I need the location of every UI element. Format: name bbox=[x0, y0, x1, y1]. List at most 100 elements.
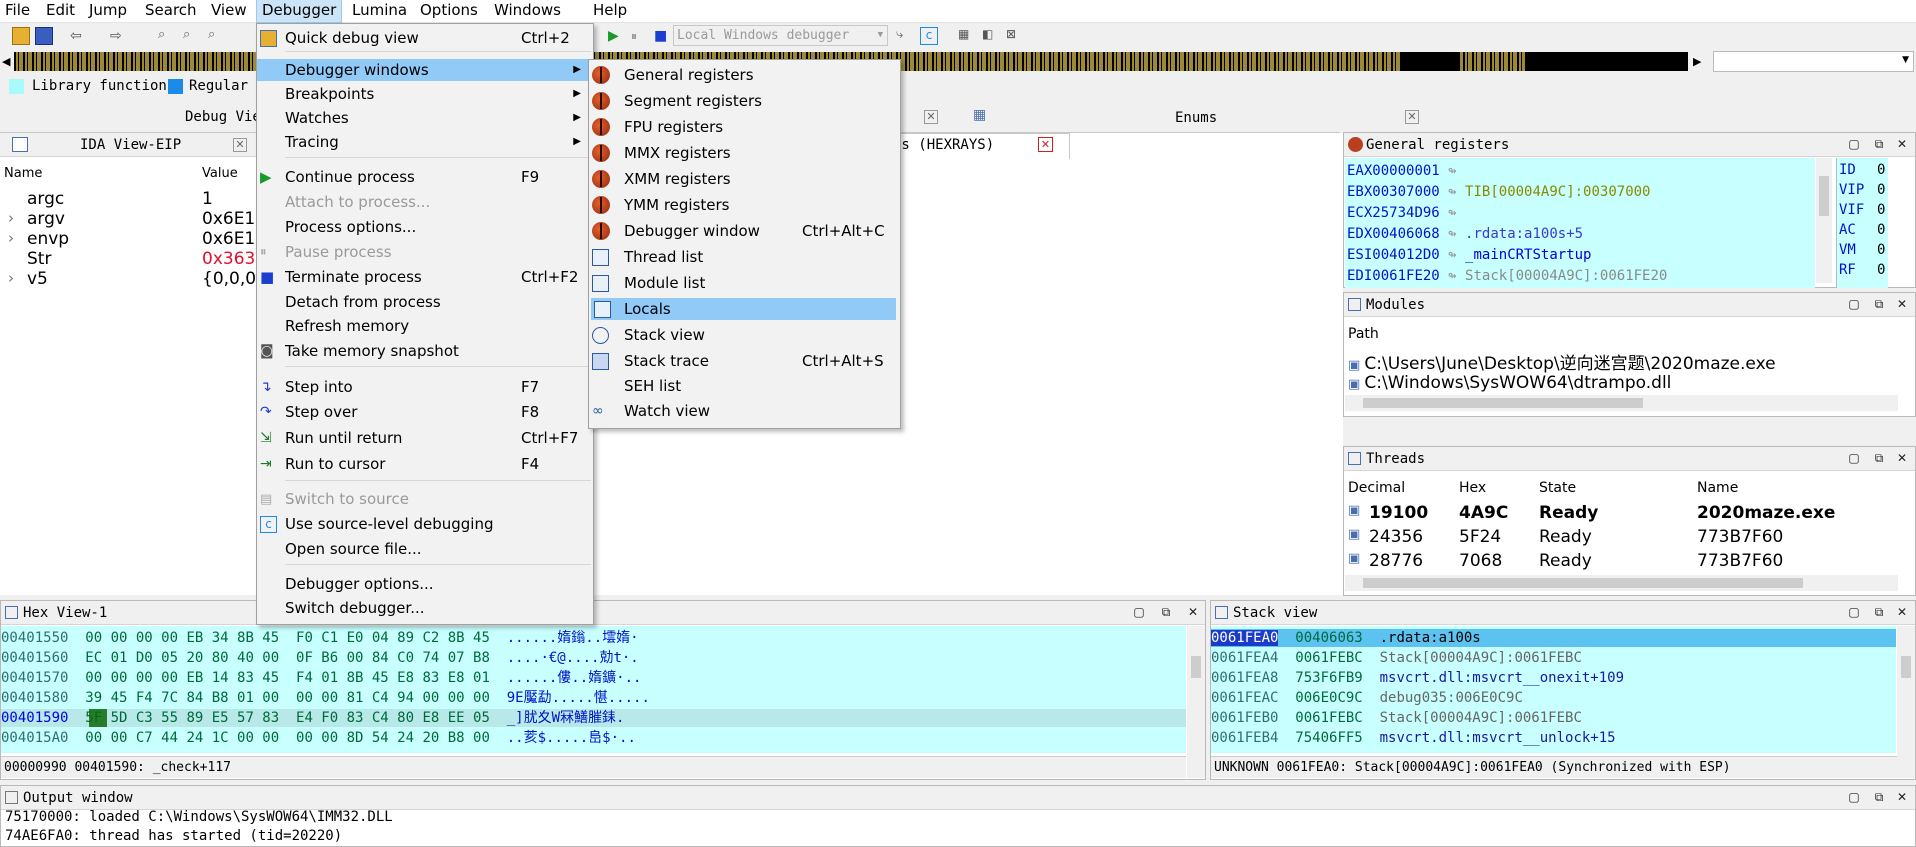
debugger-select[interactable]: Local Windows debugger ▼ bbox=[673, 25, 888, 46]
close-icon[interactable]: ✕ bbox=[1895, 137, 1909, 151]
hex-row[interactable]: 00401570 00 00 00 00 EB 14 83 45 F4 01 8… bbox=[1, 669, 1186, 687]
menu-file[interactable]: File bbox=[5, 0, 30, 22]
list-item[interactable]: › envp 0x6E1 bbox=[0, 229, 256, 249]
menu-item-general-registers[interactable]: General registers bbox=[589, 64, 900, 86]
menu-item-segment-registers[interactable]: Segment registers bbox=[589, 90, 900, 112]
column-header-state[interactable]: State bbox=[1539, 480, 1576, 496]
float-icon[interactable]: ⧉ bbox=[1872, 451, 1886, 465]
float-icon[interactable]: ⧉ bbox=[1872, 790, 1886, 804]
register-row[interactable]: ESI004012D0 ↬ _mainCRTStartup bbox=[1347, 245, 1591, 265]
menu-lumina[interactable]: Lumina bbox=[352, 0, 407, 22]
menu-item-stack-view[interactable]: Stack view bbox=[589, 324, 900, 346]
register-row[interactable]: EBX00307000 ↬ TIB[00004A9C]:00307000 bbox=[1347, 182, 1650, 202]
breakpoint-icon[interactable]: ◧ bbox=[982, 27, 1000, 45]
column-header-value[interactable]: Value bbox=[202, 166, 238, 181]
close-icon[interactable]: ✕ bbox=[1186, 605, 1200, 619]
hex-scrollbar[interactable] bbox=[1187, 626, 1205, 778]
menu-item-step-over[interactable]: ↷ Step over F8 bbox=[257, 401, 593, 423]
column-header-name[interactable]: Name bbox=[4, 166, 42, 181]
table-row[interactable]: ▣ 24356 5F24 Ready 773B7F60 bbox=[1344, 527, 1899, 551]
flag-value[interactable]: 0 bbox=[1877, 160, 1885, 180]
menu-item-tracing[interactable]: Tracing ▶ bbox=[257, 131, 593, 153]
menu-item-seh-list[interactable]: SEH list bbox=[589, 375, 900, 397]
minimize-icon[interactable]: ▢ bbox=[1847, 297, 1861, 311]
hex-row-selected[interactable]: 00401590 5F 5D C3 55 89 E5 57 83 E4 F0 8… bbox=[1, 709, 1186, 727]
register-row[interactable]: EAX00000001 ↬ bbox=[1347, 161, 1457, 181]
flag-value[interactable]: 0 bbox=[1877, 240, 1885, 260]
menu-item-run-to-cursor[interactable]: ⇥ Run to cursor F4 bbox=[257, 453, 593, 475]
stack-row[interactable]: 0061FEB4 75406FF5 msvcrt.dll:msvcrt__unl… bbox=[1211, 729, 1896, 747]
menu-item-quick-debug-view[interactable]: Quick debug view Ctrl+2 bbox=[257, 27, 593, 49]
menu-jump[interactable]: Jump bbox=[89, 0, 127, 22]
list-item[interactable]: Str 0x363 bbox=[0, 249, 256, 269]
register-value[interactable]: 25734D96 bbox=[1372, 205, 1439, 221]
trace-icon[interactable]: ⊠ bbox=[1006, 27, 1024, 45]
menu-item-watches[interactable]: Watches ▶ bbox=[257, 107, 593, 129]
flag-row[interactable]: AC bbox=[1839, 220, 1856, 240]
menu-item-debugger-window[interactable]: Debugger window Ctrl+Alt+C bbox=[589, 220, 900, 242]
stack-row-selected[interactable]: 0061FEA0 00406063 .rdata:a100s bbox=[1211, 629, 1896, 647]
stack-row[interactable]: 0061FEB0 0061FEBC Stack[00004A9C]:0061FE… bbox=[1211, 709, 1896, 727]
float-icon[interactable]: ⧉ bbox=[1872, 605, 1886, 619]
menu-item-switch-debugger[interactable]: Switch debugger... bbox=[257, 597, 593, 619]
flag-row[interactable]: VIF bbox=[1839, 200, 1864, 220]
close-icon[interactable]: ✕ bbox=[1895, 451, 1909, 465]
menu-item-ymm-registers[interactable]: YMM registers bbox=[589, 194, 900, 216]
close-icon[interactable]: ✕ bbox=[233, 138, 247, 152]
start-process-icon[interactable]: ▶ bbox=[608, 27, 626, 45]
nav-right-arrow-icon[interactable]: ▶ bbox=[1693, 55, 1701, 68]
list-item[interactable]: › v5 {0,0,0, bbox=[0, 269, 261, 289]
navigator-combo[interactable]: ▼ bbox=[1713, 51, 1914, 72]
back-icon[interactable]: ⇦ bbox=[70, 27, 88, 45]
hex-row[interactable]: 00401580 39 45 F4 7C 84 B8 01 00 00 00 8… bbox=[1, 689, 1186, 707]
list-item[interactable]: ▣ C:\Windows\SysWOW64\dtrampo.dll bbox=[1348, 373, 1671, 393]
menu-item-take-memory-snapshot[interactable]: ◙ Take memory snapshot bbox=[257, 340, 593, 362]
flag-value[interactable]: 0 bbox=[1877, 260, 1885, 280]
menu-help[interactable]: Help bbox=[593, 0, 627, 22]
flag-value[interactable]: 0 bbox=[1877, 180, 1885, 200]
float-icon[interactable]: ⧉ bbox=[1872, 137, 1886, 151]
menu-search[interactable]: Search bbox=[145, 0, 197, 22]
stack-scrollbar[interactable] bbox=[1897, 626, 1915, 778]
list-item[interactable]: ▣ C:\Users\June\Desktop\逆向迷宫题\2020maze.e… bbox=[1348, 349, 1776, 374]
search-imm-icon[interactable]: ⌕ bbox=[208, 27, 226, 45]
register-row[interactable]: EDI0061FE20 ↬ Stack[00004A9C]:0061FE20 bbox=[1347, 266, 1667, 286]
menu-item-detach-from-process[interactable]: Detach from process bbox=[257, 291, 593, 313]
modules-hscrollbar[interactable] bbox=[1345, 395, 1898, 411]
tab-enums[interactable]: Enums bbox=[1175, 110, 1217, 126]
step-icon[interactable]: ⤷ bbox=[896, 27, 914, 45]
menu-item-thread-list[interactable]: Thread list bbox=[589, 246, 900, 268]
flag-value[interactable]: 0 bbox=[1877, 200, 1885, 220]
menu-item-stack-trace[interactable]: Stack trace Ctrl+Alt+S bbox=[589, 350, 900, 372]
registers-scrollbar[interactable] bbox=[1816, 158, 1832, 283]
register-row[interactable]: EDX00406068 ↬ .rdata:a100s+5 bbox=[1347, 224, 1583, 244]
hex-row[interactable]: 004015A0 00 00 C7 44 24 1C 00 00 00 00 8… bbox=[1, 729, 1186, 747]
save-icon[interactable] bbox=[35, 27, 53, 45]
search-binary-icon[interactable]: ⌕ bbox=[158, 27, 176, 45]
menu-item-module-list[interactable]: Module list bbox=[589, 272, 900, 294]
stack-row[interactable]: 0061FEA4 0061FEBC Stack[00004A9C]:0061FE… bbox=[1211, 649, 1896, 667]
hex-row[interactable]: 00401560 EC 01 D0 05 20 80 40 00 0F B6 0… bbox=[1, 649, 1186, 667]
flag-row[interactable]: ID bbox=[1839, 160, 1856, 180]
graph-icon[interactable]: ▦ bbox=[958, 27, 976, 45]
menu-item-use-source-level-debugging[interactable]: c Use source-level debugging bbox=[257, 513, 593, 535]
minimize-icon[interactable]: ▢ bbox=[1847, 137, 1861, 151]
close-icon[interactable]: ✕ bbox=[1038, 137, 1053, 152]
menu-options[interactable]: Options bbox=[420, 0, 478, 22]
menu-item-step-into[interactable]: ↴ Step into F7 bbox=[257, 376, 593, 398]
menu-item-switch-to-source[interactable]: ▤ Switch to source bbox=[257, 488, 593, 510]
close-icon[interactable]: ✕ bbox=[1895, 790, 1909, 804]
column-header-path[interactable]: Path bbox=[1348, 326, 1379, 342]
menu-item-debugger-options[interactable]: Debugger options... bbox=[257, 573, 593, 595]
table-row[interactable]: ▣ 28776 7068 Ready 773B7F60 bbox=[1344, 551, 1899, 575]
menu-item-process-options[interactable]: Process options... bbox=[257, 216, 593, 238]
register-value[interactable]: 0061FE20 bbox=[1372, 268, 1439, 284]
menu-item-pause-process[interactable]: ⏸ Pause process bbox=[257, 241, 593, 263]
menu-item-continue-process[interactable]: ▶ Continue process F9 bbox=[257, 166, 593, 188]
register-value[interactable]: 00406068 bbox=[1372, 226, 1439, 242]
menu-item-refresh-memory[interactable]: Refresh memory bbox=[257, 315, 593, 337]
table-row[interactable]: ▣ 19100 4A9C Ready 2020maze.exe bbox=[1344, 503, 1899, 527]
menu-item-open-source-file[interactable]: Open source file... bbox=[257, 538, 593, 560]
column-header-decimal[interactable]: Decimal bbox=[1348, 480, 1405, 496]
menu-item-attach-to-process[interactable]: Attach to process... bbox=[257, 191, 593, 213]
